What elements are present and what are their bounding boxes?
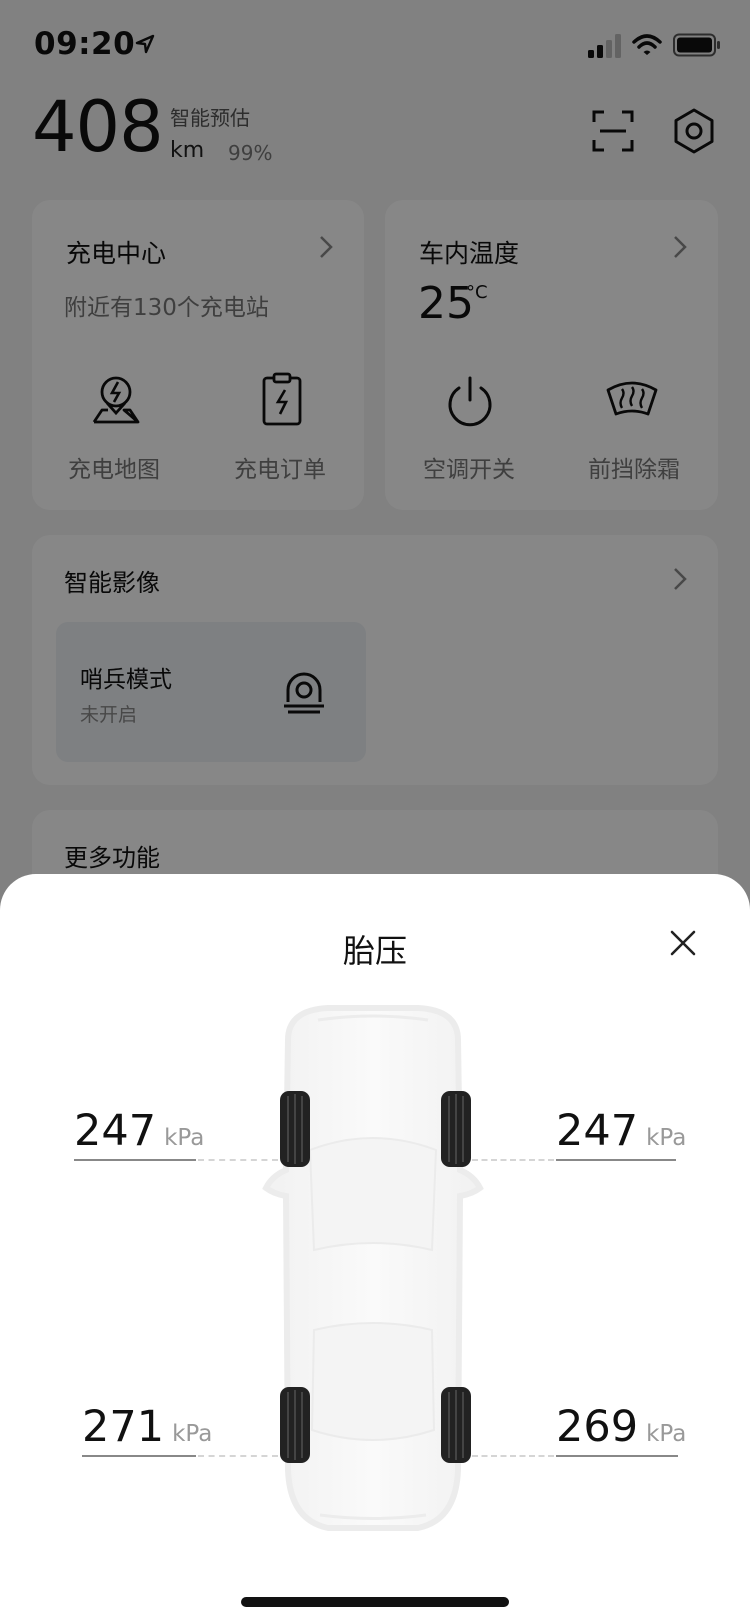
underline — [74, 1159, 196, 1161]
tire-pressure-rear-left: 271 kPa — [82, 1402, 212, 1452]
tire-rear-right-icon — [441, 1387, 471, 1463]
underline — [82, 1455, 196, 1457]
tire-pressure-rear-right: 269 kPa — [556, 1402, 686, 1452]
pressure-value: 269 — [556, 1402, 639, 1452]
tire-rear-left-icon — [280, 1387, 310, 1463]
pressure-unit: kPa — [646, 1421, 687, 1447]
tire-pressure-front-left: 247 kPa — [74, 1106, 204, 1156]
leader-line — [198, 1159, 278, 1161]
tire-pressure-title: 胎压 — [342, 932, 407, 970]
leader-line — [472, 1455, 554, 1457]
underline — [556, 1455, 678, 1457]
tire-front-left-icon — [280, 1091, 310, 1167]
pressure-value: 271 — [82, 1402, 165, 1452]
leader-line — [198, 1455, 278, 1457]
pressure-value: 247 — [556, 1106, 639, 1156]
pressure-unit: kPa — [164, 1125, 205, 1151]
pressure-unit: kPa — [646, 1125, 687, 1151]
leader-line — [472, 1159, 554, 1161]
pressure-unit: kPa — [172, 1421, 213, 1447]
underline — [556, 1159, 676, 1161]
tire-front-right-icon — [441, 1091, 471, 1167]
home-indicator — [241, 1597, 509, 1607]
pressure-value: 247 — [74, 1106, 157, 1156]
tire-pressure-front-right: 247 kPa — [556, 1106, 686, 1156]
close-icon[interactable] — [668, 928, 698, 958]
